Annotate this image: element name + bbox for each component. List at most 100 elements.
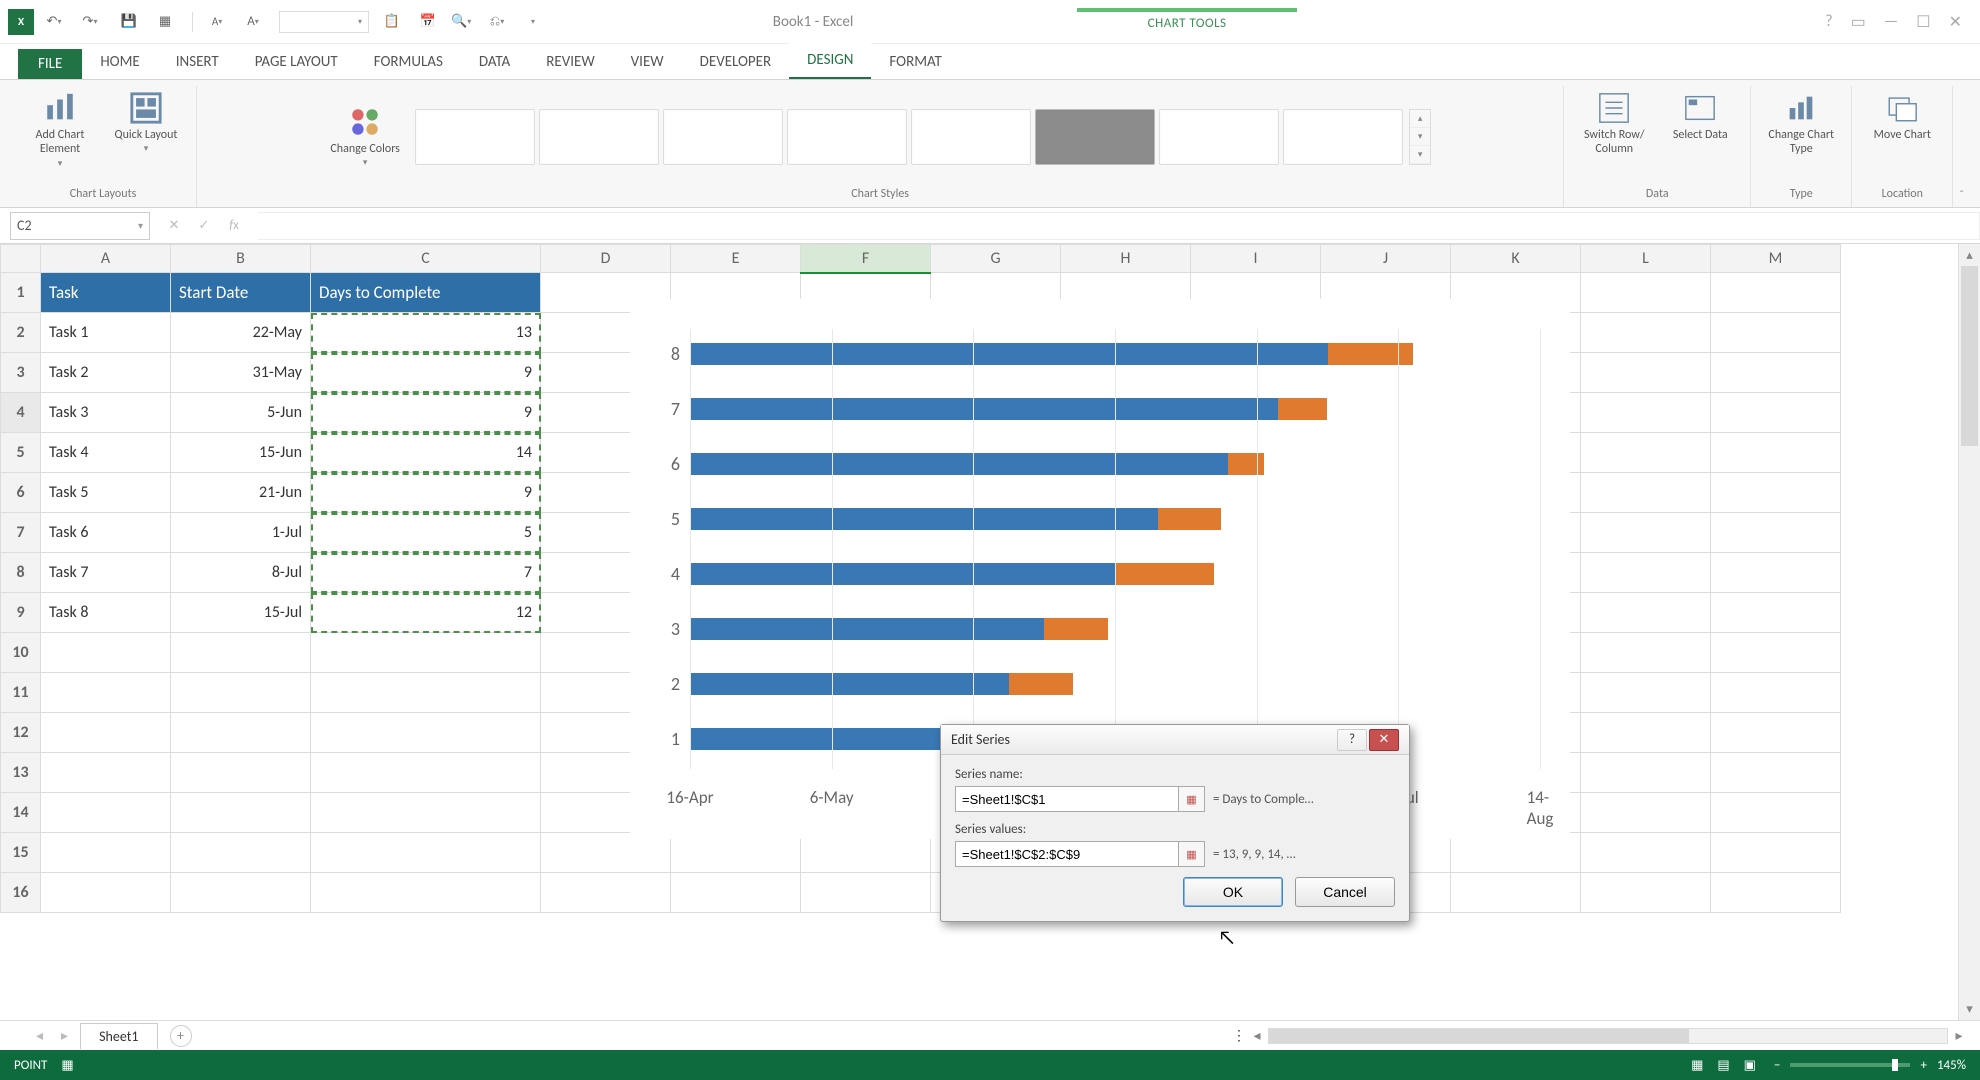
quick-layout-button[interactable]: Quick Layout▾: [110, 90, 182, 155]
cell[interactable]: Task 7: [41, 553, 171, 593]
cell[interactable]: 14: [311, 433, 541, 473]
tab-view[interactable]: VIEW: [613, 45, 682, 79]
cell[interactable]: [1711, 713, 1841, 753]
cell[interactable]: 9: [311, 353, 541, 393]
cancel-button[interactable]: Cancel: [1295, 877, 1395, 907]
chart-styles-gallery[interactable]: ▴▾▾: [415, 109, 1431, 165]
row-header[interactable]: 15: [1, 833, 41, 873]
row-header[interactable]: 16: [1, 873, 41, 913]
cell[interactable]: [1581, 433, 1711, 473]
series-values-input[interactable]: [955, 841, 1179, 867]
chart-bar-start[interactable]: [690, 508, 1158, 530]
cell[interactable]: Days to Complete: [311, 273, 541, 313]
cell[interactable]: [1581, 513, 1711, 553]
series-values-range-button[interactable]: ▦: [1179, 841, 1205, 867]
view-page-break-button[interactable]: ▣: [1744, 1058, 1756, 1073]
tab-developer[interactable]: DEVELOPER: [682, 45, 790, 79]
row-header[interactable]: 6: [1, 473, 41, 513]
cell[interactable]: [1711, 753, 1841, 793]
horizontal-scrollbar[interactable]: ⋮ ◂▸: [198, 1027, 1980, 1044]
cell[interactable]: [311, 873, 541, 913]
tab-insert[interactable]: INSERT: [158, 45, 237, 79]
column-header[interactable]: I: [1191, 245, 1321, 273]
save-button[interactable]: 💾: [116, 9, 142, 35]
cell[interactable]: [41, 713, 171, 753]
cell[interactable]: 13: [311, 313, 541, 353]
chart-bar-start[interactable]: [690, 453, 1228, 475]
chart-bar-duration[interactable]: [1158, 508, 1222, 530]
column-header[interactable]: G: [931, 245, 1061, 273]
column-header[interactable]: H: [1061, 245, 1191, 273]
cell[interactable]: [1581, 393, 1711, 433]
row-header[interactable]: 14: [1, 793, 41, 833]
series-name-input[interactable]: [955, 786, 1179, 812]
cell[interactable]: [1711, 873, 1841, 913]
cell[interactable]: [1711, 833, 1841, 873]
cell[interactable]: [671, 873, 801, 913]
zoom-control[interactable]: − + 145%: [1774, 1058, 1966, 1073]
chart-bar-duration[interactable]: [1044, 618, 1108, 640]
fx-button[interactable]: fx: [224, 218, 244, 233]
tab-review[interactable]: REVIEW: [528, 45, 612, 79]
cell[interactable]: [1711, 473, 1841, 513]
font-increase-button[interactable]: A▾: [243, 9, 269, 35]
cell[interactable]: [1711, 313, 1841, 353]
cell[interactable]: [1581, 873, 1711, 913]
column-header[interactable]: C: [311, 245, 541, 273]
column-header[interactable]: E: [671, 245, 801, 273]
style-thumb-2[interactable]: [539, 109, 659, 165]
cell[interactable]: [41, 633, 171, 673]
qat-icon-2[interactable]: 📋: [379, 9, 405, 35]
cell[interactable]: [1581, 353, 1711, 393]
chart-bar-duration[interactable]: [1115, 563, 1214, 585]
cell[interactable]: Task 4: [41, 433, 171, 473]
formula-bar[interactable]: [258, 212, 1980, 240]
close-button[interactable]: ✕: [1949, 12, 1962, 32]
cell[interactable]: [1711, 633, 1841, 673]
cell[interactable]: [1581, 833, 1711, 873]
cell[interactable]: 9: [311, 473, 541, 513]
sheet-tab-sheet1[interactable]: Sheet1: [80, 1023, 157, 1049]
move-chart-button[interactable]: Move Chart: [1866, 90, 1938, 142]
column-header[interactable]: D: [541, 245, 671, 273]
cell[interactable]: [1581, 753, 1711, 793]
cell[interactable]: [41, 673, 171, 713]
qat-icon-4[interactable]: 🔍▾: [451, 9, 477, 35]
chart-bar-start[interactable]: [690, 398, 1278, 420]
qat-icon[interactable]: ▦: [152, 9, 178, 35]
cell[interactable]: [1581, 713, 1711, 753]
cell[interactable]: [311, 713, 541, 753]
cell[interactable]: [1581, 673, 1711, 713]
cell[interactable]: [1711, 593, 1841, 633]
cell[interactable]: 9: [311, 393, 541, 433]
cell[interactable]: 22-May: [171, 313, 311, 353]
qat-icon-5[interactable]: ⎌▾: [487, 9, 513, 35]
cell[interactable]: Task 5: [41, 473, 171, 513]
cell[interactable]: Task 3: [41, 393, 171, 433]
tab-formulas[interactable]: FORMULAS: [356, 45, 461, 79]
tab-design[interactable]: DESIGN: [789, 43, 871, 79]
vertical-scrollbar[interactable]: ▴▾: [1958, 244, 1980, 1020]
style-thumb-6[interactable]: [1035, 109, 1155, 165]
column-header[interactable]: B: [171, 245, 311, 273]
style-thumb-5[interactable]: [911, 109, 1031, 165]
cell[interactable]: [171, 833, 311, 873]
qat-icon-3[interactable]: 📅: [415, 9, 441, 35]
cell[interactable]: Task 6: [41, 513, 171, 553]
name-box[interactable]: C2 ▾: [10, 212, 150, 240]
select-data-button[interactable]: Select Data: [1664, 90, 1736, 142]
cell[interactable]: [1711, 793, 1841, 833]
cell[interactable]: [171, 753, 311, 793]
font-decrease-button[interactable]: A▾: [207, 9, 233, 35]
cell[interactable]: [541, 873, 671, 913]
redo-button[interactable]: ↷▾: [80, 9, 106, 35]
tab-page-layout[interactable]: PAGE LAYOUT: [237, 45, 356, 79]
cell[interactable]: Task: [41, 273, 171, 313]
dialog-close-button[interactable]: ✕: [1369, 729, 1399, 751]
cell[interactable]: [41, 753, 171, 793]
cell[interactable]: [1451, 873, 1581, 913]
cell[interactable]: 15-Jul: [171, 593, 311, 633]
cell[interactable]: 7: [311, 553, 541, 593]
row-header[interactable]: 11: [1, 673, 41, 713]
cell[interactable]: [1711, 353, 1841, 393]
